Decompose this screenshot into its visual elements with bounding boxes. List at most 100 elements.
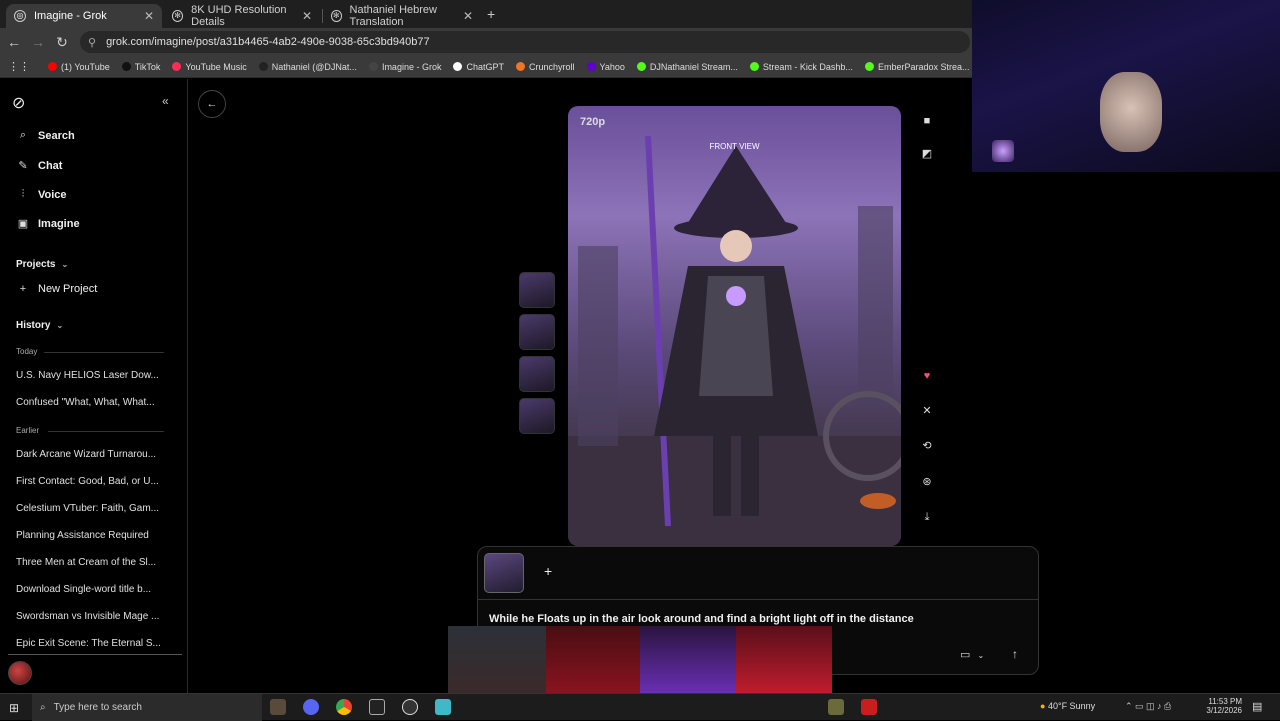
close-tab-icon[interactable]: ✕ xyxy=(144,9,154,23)
notification-icon[interactable]: ▤ xyxy=(1252,700,1262,713)
variation-thumbnail[interactable] xyxy=(519,272,555,308)
bookmark-item[interactable]: (1) YouTube xyxy=(48,62,110,72)
new-tab-button[interactable]: + xyxy=(487,6,495,22)
bookmark-favicon-icon xyxy=(258,62,268,71)
heart-icon[interactable]: ♥ xyxy=(920,369,934,383)
history-item[interactable]: First Contact: Good, Bad, or U... xyxy=(16,476,166,487)
tab-8k-uhd[interactable]: ✻ 8K UHD Resolution Details ✕ xyxy=(164,4,320,28)
collapse-sidebar-icon[interactable]: « xyxy=(162,94,169,108)
bookmark-label: Yahoo xyxy=(599,61,625,72)
submit-arrow-button[interactable]: ↑ xyxy=(1012,647,1018,661)
close-tab-icon[interactable]: ✕ xyxy=(302,9,312,23)
remix-icon[interactable]: ⊛ xyxy=(920,475,934,489)
prompt-input[interactable]: While he Floats up in the air look aroun… xyxy=(489,613,914,625)
tab-imagine-grok[interactable]: ◎ Imagine - Grok ✕ xyxy=(6,4,162,28)
chrome-app-icon[interactable] xyxy=(336,699,352,715)
sidebar-item-search[interactable]: ⌕ Search xyxy=(16,129,75,142)
bookmark-favicon-icon xyxy=(453,62,463,71)
user-avatar[interactable] xyxy=(8,661,32,685)
history-item[interactable]: Dark Arcane Wizard Turnarou... xyxy=(16,449,166,460)
runescape-app-icon[interactable] xyxy=(270,699,286,715)
bookmark-item[interactable]: TikTok xyxy=(121,62,160,72)
history-item[interactable]: Confused "What, What, What... xyxy=(16,397,166,408)
sidebar-item-imagine[interactable]: ▣ Imagine xyxy=(16,217,80,231)
x-share-icon[interactable]: ✕ xyxy=(920,404,934,418)
tab-hebrew-translation[interactable]: ✻ Nathaniel Hebrew Translation ✕ xyxy=(323,4,481,28)
video-camera-icon[interactable]: ■ xyxy=(920,114,934,128)
bookmark-favicon-icon xyxy=(864,62,874,71)
bookmark-favicon-icon xyxy=(515,62,525,71)
bookmark-label: (1) YouTube xyxy=(61,61,110,72)
bookmark-item[interactable]: Yahoo xyxy=(586,61,625,72)
files-app-icon[interactable] xyxy=(435,699,451,715)
new-project-button[interactable]: + New Project xyxy=(16,283,98,295)
forward-arrow-icon[interactable]: → xyxy=(30,34,46,50)
taskbar-clock[interactable]: 11:53 PM 3/12/2026 xyxy=(1200,697,1242,715)
history-item[interactable]: Swordsman vs Invisible Mage ... xyxy=(16,611,166,622)
overlay-thumbnail-wizard xyxy=(640,626,736,694)
apps-grid-icon[interactable]: ⋮⋮ xyxy=(8,60,30,73)
sidebar-item-label: Voice xyxy=(38,188,67,201)
windows-start-icon[interactable]: ⊞ xyxy=(9,701,19,715)
video-mode-dropdown[interactable]: ▭ ⌄ xyxy=(960,648,984,661)
regenerate-icon[interactable]: ⟲ xyxy=(920,439,934,453)
windows-taskbar: ⊞ ⌕ Type here to search ● 40°F Sunny ⌃ ▭… xyxy=(0,693,1280,721)
taskbar-search-placeholder: Type here to search xyxy=(53,702,142,713)
bookmark-item[interactable]: Crunchyroll xyxy=(515,62,575,72)
grok-logo-icon[interactable]: ⊘ xyxy=(12,93,25,113)
bookmark-item[interactable]: ChatGPT xyxy=(453,62,504,72)
sidebar-item-voice[interactable]: ⫶ Voice xyxy=(16,188,67,201)
bookmark-item[interactable]: DJNathaniel Stream... xyxy=(636,61,738,72)
weather-widget[interactable]: ● 40°F Sunny xyxy=(1040,701,1095,711)
bookmark-item[interactable]: EmberParadox Strea... xyxy=(864,62,969,72)
site-info-icon[interactable]: ⚲ xyxy=(88,36,96,49)
generated-image[interactable]: 720p FRONT VIEW xyxy=(568,106,901,546)
sidebar-item-label: Search xyxy=(38,129,75,142)
history-toggle[interactable]: History ⌄ xyxy=(16,320,63,331)
history-item[interactable]: Three Men at Cream of the Sl... xyxy=(16,557,166,568)
arrow-up-icon: ↑ xyxy=(1012,647,1018,661)
flash-app-icon[interactable] xyxy=(861,699,877,715)
address-bar[interactable]: ⚲ grok.com/imagine/post/a31b4465-4ab2-49… xyxy=(80,31,970,53)
bookmark-label: Stream - Kick Dashb... xyxy=(762,61,853,72)
edit-image-icon[interactable]: ◩ xyxy=(920,147,934,161)
bookmark-item[interactable]: Imagine - Grok xyxy=(368,62,441,72)
capcut-app-icon[interactable] xyxy=(369,699,385,715)
variation-thumbnail[interactable] xyxy=(519,398,555,434)
taskbar-search[interactable]: ⌕ Type here to search xyxy=(32,694,262,721)
variation-thumbnail[interactable] xyxy=(519,356,555,392)
attached-image-thumbnail[interactable] xyxy=(484,553,524,593)
sidebar-item-chat[interactable]: ✎ Chat xyxy=(16,159,63,173)
history-item[interactable]: Planning Assistance Required xyxy=(16,530,166,541)
sidebar-item-label: Chat xyxy=(38,159,63,172)
overlay-thumbnail-catgirl xyxy=(736,626,832,694)
obs-app-icon[interactable] xyxy=(402,699,418,715)
variation-thumbnail[interactable] xyxy=(519,314,555,350)
projects-toggle[interactable]: Projects ⌄ xyxy=(16,259,68,270)
add-attachment-button[interactable]: + xyxy=(544,563,552,579)
reload-icon[interactable]: ↻ xyxy=(54,34,70,51)
plus-icon: + xyxy=(19,283,27,295)
back-button[interactable]: ← xyxy=(198,90,226,118)
discord-app-icon[interactable] xyxy=(303,699,319,715)
bookmark-item[interactable]: YouTube Music xyxy=(172,62,247,72)
history-item[interactable]: Celestium VTuber: Faith, Gam... xyxy=(16,503,166,514)
bookmark-item[interactable]: Stream - Kick Dashb... xyxy=(749,61,853,72)
history-item[interactable]: Epic Exit Scene: The Eternal S... xyxy=(16,638,166,649)
download-icon[interactable]: ⤓ xyxy=(920,510,934,524)
history-item[interactable]: Download Single-word title b... xyxy=(16,584,166,595)
system-tray-icons[interactable]: ⌃ ▭ ◫ ♪ ⎙ xyxy=(1125,701,1171,712)
arrow-left-icon: ← xyxy=(206,98,218,110)
chat-icon: ✎ xyxy=(18,160,28,172)
tab-title: Nathaniel Hebrew Translation xyxy=(349,4,437,28)
game-app-icon[interactable] xyxy=(828,699,844,715)
bookmark-label: DJNathaniel Stream... xyxy=(649,61,738,72)
history-item[interactable]: U.S. Navy HELIOS Laser Dow... xyxy=(16,370,166,381)
today-label: Today xyxy=(16,347,38,356)
wizard-artwork xyxy=(568,135,901,546)
overlay-thumbnail-avatar xyxy=(448,626,546,694)
bookmark-item[interactable]: Nathaniel (@DJNat... xyxy=(258,62,357,72)
address-url: grok.com/imagine/post/a31b4465-4ab2-490e… xyxy=(106,36,430,48)
back-arrow-icon[interactable]: ← xyxy=(6,34,22,50)
close-tab-icon[interactable]: ✕ xyxy=(463,9,473,23)
